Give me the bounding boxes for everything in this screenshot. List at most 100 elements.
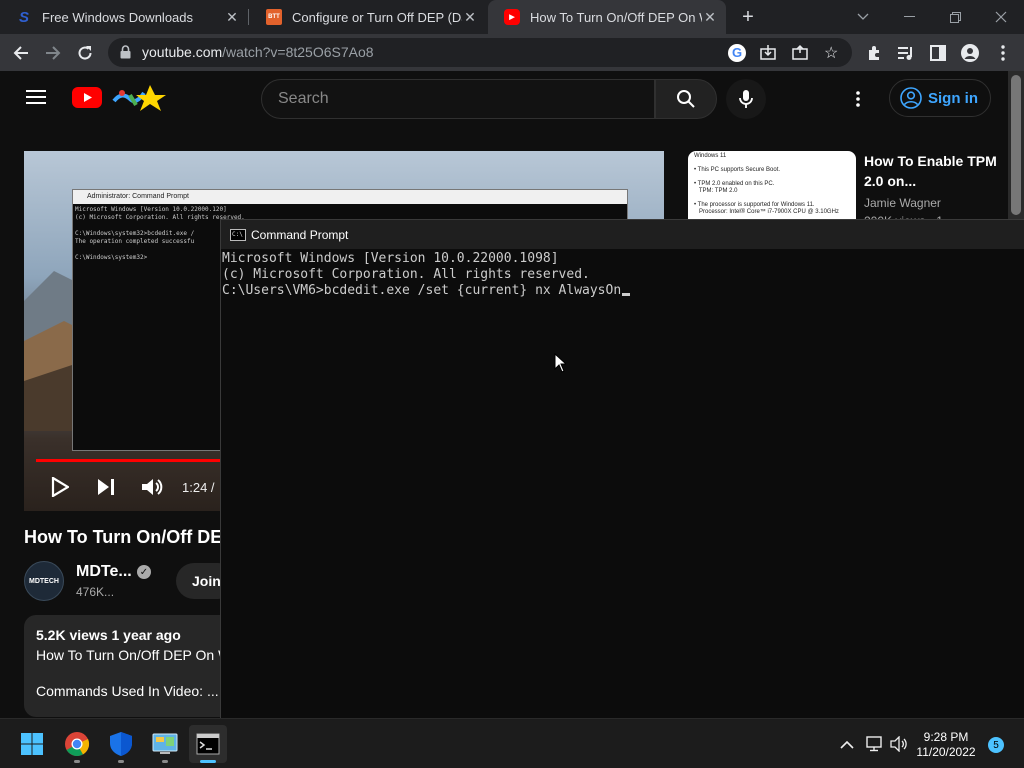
url-text[interactable]: youtube.com/watch?v=8t25O6S7Ao8 — [142, 44, 374, 60]
video-title: How To Turn On/Off DE — [24, 527, 223, 547]
control-panel-icon — [152, 733, 178, 754]
close-window-icon[interactable] — [978, 0, 1024, 34]
video-progress-fill — [36, 459, 221, 462]
active-indicator — [200, 760, 216, 763]
volume-button[interactable] — [138, 473, 166, 501]
mouse-pointer-icon — [554, 352, 568, 378]
taskbar-windows-security[interactable] — [102, 725, 140, 763]
side-panel-icon[interactable] — [923, 34, 953, 71]
browser-toolbar: youtube.com/watch?v=8t25O6S7Ao8 G ☆ — [0, 34, 1024, 71]
notification-count: 5 — [993, 739, 999, 751]
volume-icon — [142, 479, 163, 495]
page-scrollbar-thumb[interactable] — [1011, 75, 1021, 215]
command-prompt-console[interactable]: Microsoft Windows [Version 10.0.22000.10… — [221, 251, 1024, 717]
command-prompt-window[interactable]: C:\ Command Prompt Microsoft Windows [Ve… — [220, 219, 1024, 718]
play-icon — [51, 477, 69, 497]
channel-name[interactable]: MDTe... — [76, 563, 132, 581]
extensions-icon[interactable] — [859, 34, 889, 71]
search-icon — [677, 90, 695, 108]
share-icon[interactable] — [792, 44, 808, 65]
video-time: 1:24 / — [182, 480, 215, 495]
google-lens-icon[interactable]: G — [728, 44, 746, 62]
youtube-favicon-icon: ▶ — [504, 9, 520, 25]
microphone-icon — [739, 90, 753, 108]
channel-avatar[interactable]: MDTECH — [24, 561, 64, 601]
console-line: (c) Microsoft Corporation. All rights re… — [222, 267, 590, 282]
console-input-line[interactable]: C:\Users\VM6>bcdedit.exe /set {current} … — [222, 283, 1024, 299]
youtube-logo-icon[interactable] — [72, 87, 102, 113]
search-button[interactable] — [655, 79, 717, 119]
running-indicator — [162, 760, 168, 763]
tab-configure-dep[interactable]: BTT Configure or Turn Off DEP (Data ✕ — [250, 0, 486, 34]
sign-in-label: Sign in — [928, 89, 978, 107]
close-tab-icon[interactable]: ✕ — [224, 9, 240, 26]
subscriber-count: 476K... — [76, 585, 115, 599]
tab-title: How To Turn On/Off DEP On Win — [530, 9, 702, 25]
verified-check-icon: ✓ — [137, 565, 151, 579]
notification-badge[interactable]: 5 — [988, 737, 1004, 753]
tab-title: Configure or Turn Off DEP (Data — [292, 9, 462, 25]
search-placeholder: Search — [278, 90, 329, 107]
channel-avatar-text: MDTECH — [29, 577, 59, 585]
video-inner-cmd-title: Administrator: Command Prompt — [87, 193, 189, 200]
play-button[interactable] — [46, 473, 74, 501]
command-prompt-titlebar[interactable]: C:\ Command Prompt — [221, 220, 1024, 249]
close-tab-icon[interactable]: ✕ — [462, 9, 478, 26]
lock-icon[interactable] — [120, 45, 131, 64]
tab-search-chevron-icon[interactable] — [840, 0, 886, 34]
chrome-icon — [65, 732, 90, 757]
taskbar-command-prompt[interactable] — [189, 725, 227, 763]
sign-in-button[interactable]: Sign in — [889, 79, 991, 117]
voice-search-button[interactable] — [726, 79, 766, 119]
recommended-video-title[interactable]: How To Enable TPM 2.0 on... — [864, 151, 1004, 191]
forward-icon[interactable] — [38, 34, 68, 71]
hamburger-menu-icon[interactable] — [26, 89, 46, 110]
new-tab-icon[interactable]: + — [736, 5, 760, 29]
start-button[interactable] — [13, 725, 51, 763]
search-input[interactable]: Search — [261, 79, 655, 119]
taskbar-control-panel[interactable] — [146, 725, 184, 763]
running-indicator — [118, 760, 124, 763]
network-icon[interactable] — [864, 733, 886, 755]
terminal-icon — [196, 733, 220, 755]
recommended-channel-name[interactable]: Jamie Wagner — [864, 196, 941, 210]
text-cursor — [622, 293, 631, 296]
install-app-icon[interactable] — [760, 44, 776, 65]
tab-separator — [248, 9, 249, 25]
chrome-menu-icon[interactable] — [988, 34, 1018, 71]
address-bar[interactable]: youtube.com/watch?v=8t25O6S7Ao8 G ☆ — [108, 38, 852, 67]
windows-taskbar: 9:28 PM 11/20/2022 5 — [0, 718, 1024, 768]
tab-free-windows-downloads[interactable]: S Free Windows Downloads ✕ — [0, 0, 248, 34]
command-prompt-title: Command Prompt — [251, 228, 349, 242]
browser-tab-strip: S Free Windows Downloads ✕ BTT Configure… — [0, 0, 1024, 34]
softpedia-favicon-icon: S — [18, 8, 29, 26]
video-inner-cmd-titlebar: Administrator: Command Prompt — [73, 190, 627, 204]
bookmark-star-icon[interactable]: ☆ — [824, 43, 838, 63]
minimize-icon[interactable] — [886, 0, 932, 34]
taskbar-chrome[interactable] — [58, 725, 96, 763]
btt-favicon-icon: BTT — [266, 9, 282, 25]
clock-date: 11/20/2022 — [916, 745, 976, 759]
skip-next-icon — [98, 479, 114, 495]
volume-tray-icon[interactable] — [888, 733, 910, 755]
taskbar-clock[interactable]: 9:28 PM 11/20/2022 — [910, 730, 982, 760]
url-path: /watch?v=8t25O6S7Ao8 — [222, 44, 374, 60]
youtube-doodle-logo-icon[interactable] — [110, 83, 170, 116]
reload-icon[interactable] — [70, 34, 100, 71]
clock-time: 9:28 PM — [923, 730, 969, 744]
show-hidden-icons-chevron-icon[interactable] — [836, 733, 858, 755]
cmd-app-icon: C:\ — [230, 229, 246, 241]
tab-title: Free Windows Downloads — [42, 9, 194, 25]
profile-icon[interactable] — [955, 34, 985, 71]
tab-youtube-dep[interactable]: ▶ How To Turn On/Off DEP On Win ✕ — [488, 0, 726, 34]
close-tab-icon[interactable]: ✕ — [702, 9, 718, 26]
restore-icon[interactable] — [932, 0, 978, 34]
settings-kebab-icon[interactable] — [856, 91, 860, 112]
join-label: Join — [192, 573, 221, 589]
console-command-text: C:\Users\VM6>bcdedit.exe /set {current} … — [222, 283, 622, 298]
next-video-button[interactable] — [92, 473, 120, 501]
back-icon[interactable] — [6, 34, 36, 71]
running-indicator — [74, 760, 80, 763]
youtube-header: Search Sign in — [0, 71, 1008, 127]
media-control-icon[interactable] — [891, 34, 921, 71]
